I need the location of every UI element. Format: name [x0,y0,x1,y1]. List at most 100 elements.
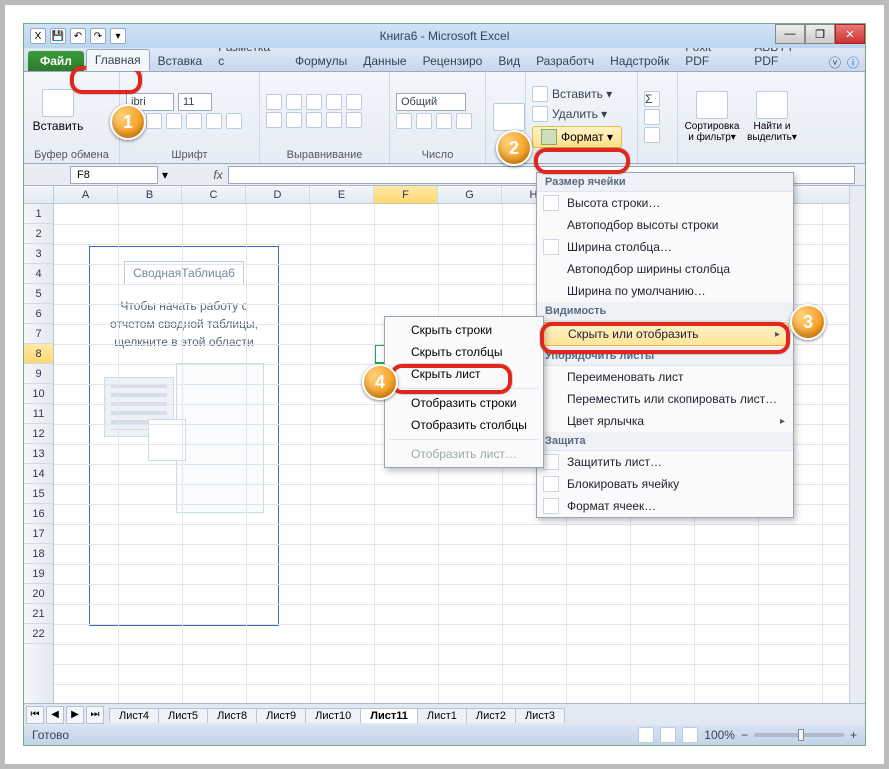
align-mid-icon[interactable] [286,94,302,110]
align-right-icon[interactable] [306,112,322,128]
fill-icon[interactable] [206,113,222,129]
menu-lock-cell[interactable]: Блокировать ячейку [537,473,793,495]
underline-icon[interactable] [166,113,182,129]
tab-insert[interactable]: Вставка [150,51,211,71]
tab-view[interactable]: Вид [490,51,528,71]
close-button[interactable]: ✕ [835,24,865,44]
currency-icon[interactable] [396,113,412,129]
row-5[interactable]: 5 [24,284,53,304]
orient-icon[interactable] [326,94,342,110]
maximize-button[interactable]: ❐ [805,24,835,44]
view-normal-icon[interactable] [638,727,654,743]
row-20[interactable]: 20 [24,584,53,604]
namebox-dropdown-icon[interactable]: ▾ [162,168,168,182]
sheet-tab-Лист4[interactable]: Лист4 [109,708,159,723]
menu-col-width[interactable]: Ширина столбца… [537,236,793,258]
view-break-icon[interactable] [682,727,698,743]
sheet-tab-Лист9[interactable]: Лист9 [256,708,306,723]
fontcolor-icon[interactable] [226,113,242,129]
tab-formulas[interactable]: Формулы [287,51,355,71]
menu-hide-unhide[interactable]: Скрыть или отобразить [541,322,789,346]
name-box[interactable]: F8 [70,166,158,184]
sheet-tab-Лист11[interactable]: Лист11 [360,708,418,723]
col-F[interactable]: F [374,186,438,203]
tab-data[interactable]: Данные [355,51,414,71]
col-A[interactable]: A [54,186,118,203]
menu-row-height[interactable]: Высота строки… [537,192,793,214]
menu-autofit-row[interactable]: Автоподбор высоты строки [537,214,793,236]
tab-prev-icon[interactable]: ◀ [46,706,64,724]
row-8[interactable]: 8 [24,344,53,364]
inc-dec-icon[interactable] [456,113,472,129]
tab-developer[interactable]: Разработч [528,51,602,71]
help-icon[interactable]: ⓘ [847,54,859,71]
zoom-out-icon[interactable]: − [741,728,748,742]
percent-icon[interactable] [416,113,432,129]
tab-next-icon[interactable]: ▶ [66,706,84,724]
find-select-button[interactable]: Найти и выделить▾ [744,84,800,150]
file-tab[interactable]: Файл [28,51,84,71]
tab-home[interactable]: Главная [86,49,150,71]
sort-filter-button[interactable]: Сортировка и фильтр▾ [684,84,740,150]
col-B[interactable]: B [118,186,182,203]
cells-format-button[interactable]: Формат ▾ [532,126,622,148]
align-top-icon[interactable] [266,94,282,110]
qat-more-icon[interactable]: ▾ [110,28,126,44]
tab-first-icon[interactable]: ⏮ [26,706,44,724]
row-15[interactable]: 15 [24,484,53,504]
sheet-tab-Лист8[interactable]: Лист8 [207,708,257,723]
comma-icon[interactable] [436,113,452,129]
fx-icon[interactable]: fx [208,168,228,182]
menu-tab-color[interactable]: Цвет ярлычка [537,410,793,432]
undo-icon[interactable]: ↶ [70,28,86,44]
sheet-tab-Лист10[interactable]: Лист10 [305,708,361,723]
ribbon-minimize-icon[interactable]: ⓥ [829,54,841,71]
sheet-tab-Лист3[interactable]: Лист3 [515,708,565,723]
row-16[interactable]: 16 [24,504,53,524]
menu-default-width[interactable]: Ширина по умолчанию… [537,280,793,302]
sheet-tab-Лист5[interactable]: Лист5 [158,708,208,723]
submenu-hide-cols[interactable]: Скрыть столбцы [385,341,543,363]
submenu-show-rows[interactable]: Отобразить строки [385,392,543,414]
border-icon[interactable] [186,113,202,129]
indent-dec-icon[interactable] [326,112,342,128]
submenu-hide-sheet[interactable]: Скрыть лист [385,363,543,385]
col-G[interactable]: G [438,186,502,203]
submenu-hide-rows[interactable]: Скрыть строки [385,319,543,341]
menu-autofit-col[interactable]: Автоподбор ширины столбца [537,258,793,280]
cells-delete[interactable]: Удалить ▾ [532,106,622,122]
row-22[interactable]: 22 [24,624,53,644]
row-12[interactable]: 12 [24,424,53,444]
col-C[interactable]: C [182,186,246,203]
font-size[interactable]: 11 [178,93,212,111]
row-9[interactable]: 9 [24,364,53,384]
col-E[interactable]: E [310,186,374,203]
row-10[interactable]: 10 [24,384,53,404]
merge-icon[interactable] [346,112,362,128]
row-19[interactable]: 19 [24,564,53,584]
zoom-in-icon[interactable]: + [850,728,857,742]
row-17[interactable]: 17 [24,524,53,544]
wrap-icon[interactable] [346,94,362,110]
row-11[interactable]: 11 [24,404,53,424]
save-icon[interactable]: 💾 [50,28,66,44]
row-7[interactable]: 7 [24,324,53,344]
row-21[interactable]: 21 [24,604,53,624]
row-6[interactable]: 6 [24,304,53,324]
menu-move-copy-sheet[interactable]: Переместить или скопировать лист… [537,388,793,410]
tab-addins[interactable]: Надстройк [602,51,677,71]
row-4[interactable]: 4 [24,264,53,284]
menu-protect-sheet[interactable]: Защитить лист… [537,451,793,473]
menu-rename-sheet[interactable]: Переименовать лист [537,366,793,388]
row-3[interactable]: 3 [24,244,53,264]
cells-insert[interactable]: Вставить ▾ [532,86,622,102]
italic-icon[interactable] [146,113,162,129]
zoom-slider[interactable] [754,733,844,737]
view-layout-icon[interactable] [660,727,676,743]
minimize-button[interactable]: — [775,24,805,44]
row-14[interactable]: 14 [24,464,53,484]
number-format[interactable]: Общий [396,93,466,111]
submenu-show-sheet[interactable]: Отобразить лист… [385,443,543,465]
align-bot-icon[interactable] [306,94,322,110]
vertical-scrollbar[interactable] [849,186,865,703]
